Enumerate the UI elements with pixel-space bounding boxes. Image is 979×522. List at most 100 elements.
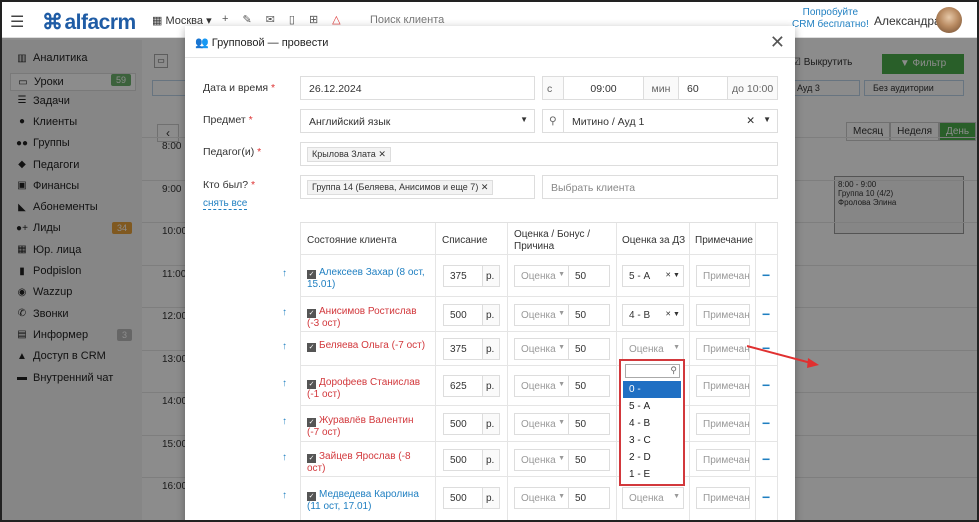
grade-select[interactable]: Оценка ▼	[514, 487, 569, 509]
client-name[interactable]: ✓ Медведева Каролина (11 ост, 17.01)	[307, 489, 427, 513]
grade-select[interactable]: Оценка ▼	[514, 265, 569, 287]
bonus-input[interactable]: 50	[568, 449, 610, 471]
bell-icon[interactable]: △	[332, 13, 340, 26]
charge-input[interactable]: 500	[443, 487, 483, 509]
grade-placeholder: Оценка	[521, 493, 556, 504]
note-input[interactable]: Примечан	[696, 338, 750, 360]
move-up-icon[interactable]: ↑	[282, 452, 287, 463]
clear-icon[interactable]: ✕	[746, 115, 755, 127]
menu-icon[interactable]: ☰	[10, 12, 24, 32]
charge-input[interactable]: 625	[443, 375, 483, 397]
note-input[interactable]: Примечан	[696, 413, 750, 435]
charge-input[interactable]: 375	[443, 338, 483, 360]
homework-select[interactable]: Оценка ▼	[622, 487, 684, 509]
remove-icon[interactable]: ✕	[481, 182, 489, 192]
note-input[interactable]: Примечан	[696, 449, 750, 471]
dropdown-option[interactable]: 3 - С	[623, 432, 681, 449]
room-select[interactable]: Митино / Ауд 1 ✕ ▼	[563, 109, 778, 133]
charge-input[interactable]: 500	[443, 449, 483, 471]
grade-select[interactable]: Оценка ▼	[514, 338, 569, 360]
subject-label-text: Предмет	[203, 114, 246, 126]
move-up-icon[interactable]: ↑	[282, 268, 287, 279]
homework-select[interactable]: Оценка ▼	[622, 338, 684, 360]
note-input[interactable]: Примечан	[696, 375, 750, 397]
checkbox-icon[interactable]: ✓	[307, 492, 316, 501]
promo-link[interactable]: Попробуйте CRM бесплатно!	[792, 7, 869, 31]
grade-select[interactable]: Оценка ▼	[514, 449, 569, 471]
checkbox-icon[interactable]: ✓	[307, 270, 316, 279]
grade-select[interactable]: Оценка ▼	[514, 304, 569, 326]
checkbox-icon[interactable]: ✓	[307, 343, 316, 352]
duration-input[interactable]: 60	[678, 76, 728, 100]
logo[interactable]: ⌘alfacrm	[42, 10, 136, 35]
client-search[interactable]: Поиск клиента	[370, 14, 444, 26]
time-input[interactable]: 09:00	[563, 76, 644, 100]
client-name[interactable]: ✓ Беляева Ольга (-7 ост)	[307, 340, 427, 352]
remove-row-icon[interactable]: −	[762, 451, 770, 467]
client-name-text: Беляева Ольга (-7 ост)	[319, 340, 426, 351]
move-up-icon[interactable]: ↑	[282, 307, 287, 318]
remove-row-icon[interactable]: −	[762, 415, 770, 431]
header-note: Примечание	[695, 235, 753, 246]
table-row: ↑ ✓ Анисимов Ростислав (-3 ост) 500 р. Оценка…	[282, 296, 778, 331]
avatar[interactable]	[936, 7, 962, 33]
homework-value: Оценка	[629, 344, 664, 355]
grade-select[interactable]: Оценка ▼	[514, 413, 569, 435]
homework-select[interactable]: 5 - А ✕ ▼	[622, 265, 684, 287]
charge-input[interactable]: 500	[443, 413, 483, 435]
move-up-icon[interactable]: ↑	[282, 378, 287, 389]
remove-row-icon[interactable]: −	[762, 489, 770, 505]
move-up-icon[interactable]: ↑	[282, 416, 287, 427]
charge-input[interactable]: 500	[443, 304, 483, 326]
bonus-input[interactable]: 50	[568, 338, 610, 360]
add-icon[interactable]: +	[222, 13, 228, 26]
dropdown-option[interactable]: 5 - А	[623, 398, 681, 415]
client-name[interactable]: ✓ Алексеев Захар (8 ост, 15.01)	[307, 267, 427, 291]
dropdown-option[interactable]: 1 - E	[623, 466, 681, 483]
dropdown-option[interactable]: 4 - В	[623, 415, 681, 432]
checkbox-icon[interactable]: ✓	[307, 418, 316, 427]
client-name[interactable]: ✓ Анисимов Ростислав (-3 ост)	[307, 306, 427, 330]
bonus-input[interactable]: 50	[568, 487, 610, 509]
remove-row-icon[interactable]: −	[762, 377, 770, 393]
grade-select[interactable]: Оценка ▼	[514, 375, 569, 397]
client-select[interactable]: Выбрать клиента	[542, 175, 778, 199]
bonus-input[interactable]: 50	[568, 375, 610, 397]
subject-select[interactable]: Английский язык ▼	[300, 109, 535, 133]
note-input[interactable]: Примечан	[696, 265, 750, 287]
bonus-input[interactable]: 50	[568, 304, 610, 326]
homework-select[interactable]: 4 - В ✕ ▼	[622, 304, 684, 326]
teacher-select[interactable]: Крылова Злата ✕	[300, 142, 778, 166]
dropdown-option[interactable]: 2 - D	[623, 449, 681, 466]
wrench-icon[interactable]: ✎	[242, 13, 251, 26]
bonus-input[interactable]: 50	[568, 413, 610, 435]
bonus-input[interactable]: 50	[568, 265, 610, 287]
clear-all-link[interactable]: снять все	[203, 198, 248, 210]
note-input[interactable]: Примечан	[696, 487, 750, 509]
charge-input[interactable]: 375	[443, 265, 483, 287]
dropdown-search-input[interactable]: ⚲	[625, 364, 680, 378]
note-input[interactable]: Примечан	[696, 304, 750, 326]
group-select[interactable]: Группа 14 (Беляева, Анисимов и еще 7) ✕	[300, 175, 535, 199]
from-label: с	[542, 76, 564, 100]
close-icon[interactable]: ✕	[770, 32, 785, 53]
dropdown-option[interactable]: 0 -	[623, 381, 681, 398]
move-up-icon[interactable]: ↑	[282, 490, 287, 501]
cart-icon[interactable]: ⊞	[309, 13, 318, 26]
checkbox-icon[interactable]: ✓	[307, 454, 316, 463]
remove-row-icon[interactable]: −	[762, 306, 770, 322]
move-up-icon[interactable]: ↑	[282, 341, 287, 352]
teacher-label: Педагог(и) *	[203, 146, 262, 158]
phone-icon[interactable]: ▯	[289, 13, 295, 26]
table-row: ↑ ✓ Зайцев Ярослав (-8 ост) 500 р. Оценка ▼ 50 П…	[282, 441, 778, 476]
mail-icon[interactable]: ✉	[266, 13, 275, 26]
user-name[interactable]: Александра	[874, 14, 941, 28]
checkbox-icon[interactable]: ✓	[307, 380, 316, 389]
checkbox-icon[interactable]: ✓	[307, 309, 316, 318]
client-name[interactable]: ✓ Дорофеев Станислав (-1 ост)	[307, 377, 427, 401]
client-name[interactable]: ✓ Зайцев Ярослав (-8 ост)	[307, 451, 427, 475]
date-input[interactable]: 26.12.2024	[300, 76, 535, 100]
client-name[interactable]: ✓ Журавлёв Валентин (-7 ост)	[307, 415, 427, 439]
remove-icon[interactable]: ✕	[378, 149, 386, 159]
remove-row-icon[interactable]: −	[762, 267, 770, 283]
